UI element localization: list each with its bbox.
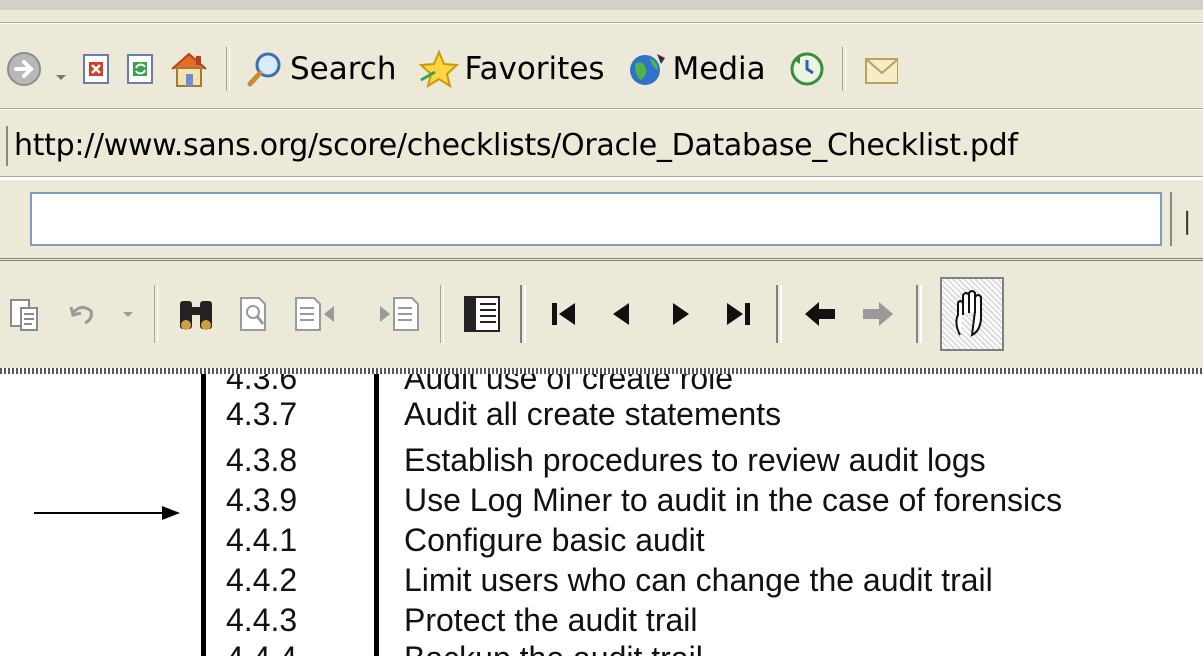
arrow-pointer-icon: [34, 506, 180, 520]
toolbar-group-separator: [520, 285, 526, 343]
row-text: Audit use of create role: [404, 374, 734, 396]
stop-icon[interactable]: [80, 52, 114, 86]
media-button[interactable]: Media: [627, 50, 766, 88]
pdf-document-view[interactable]: 4.3.6 Audit use of create role 4.3.7 Aud…: [0, 374, 1203, 656]
field-row-divider-2: [0, 260, 1203, 261]
navigation-pane-icon[interactable]: [462, 292, 502, 336]
toolbar-group-separator: [776, 285, 782, 343]
go-forward-icon[interactable]: [858, 292, 898, 336]
row-number: 4.3.9: [226, 482, 298, 518]
search-bar-grip: [1170, 192, 1172, 246]
toolbar-top-strip: [0, 0, 1203, 10]
star-icon: [418, 49, 459, 89]
row-number: 4.4.4: [226, 640, 376, 656]
chevron-down-icon[interactable]: [120, 292, 136, 336]
favorites-label: Favorites: [464, 51, 605, 87]
search-bar-row: ⎸: [0, 180, 1203, 262]
hand-tool-icon[interactable]: [940, 277, 1004, 351]
field-row-divider: [0, 258, 1203, 259]
mail-icon[interactable]: [862, 49, 899, 89]
find-binoculars-icon[interactable]: [176, 292, 216, 336]
refresh-icon[interactable]: [124, 52, 158, 86]
row-text: Audit all create statements: [404, 396, 782, 432]
row-text: Protect the audit trail: [404, 602, 698, 638]
next-page-icon[interactable]: [660, 292, 700, 336]
address-bar[interactable]: http://www.sans.org/score/checklists/Ora…: [0, 118, 1203, 178]
go-back-icon[interactable]: [800, 292, 840, 336]
row-number: 4.3.7: [226, 396, 298, 432]
toolbar-separator: [841, 47, 846, 91]
row-text: Limit users who can change the audit tra…: [404, 562, 993, 598]
table-border-left: [201, 374, 206, 656]
search-bar-overflow-icon[interactable]: ⎸: [1186, 208, 1203, 236]
search-label: Search: [290, 51, 397, 87]
search-icon: [246, 50, 284, 88]
previous-page-icon[interactable]: [602, 292, 642, 336]
toolbar-separator: [440, 285, 444, 343]
row-number: 4.3.8: [226, 442, 298, 478]
toolbar-separator: [226, 47, 230, 91]
standard-buttons-bar: Search Favorites Media: [0, 40, 1203, 98]
browser-toolbar: Search Favorites Media: [0, 0, 1203, 120]
search-input[interactable]: [30, 192, 1162, 246]
address-url[interactable]: http://www.sans.org/score/checklists/Ora…: [14, 128, 1018, 163]
row-number: 4.4.3: [226, 602, 298, 638]
media-globe-icon: [627, 50, 667, 88]
paste-icon[interactable]: [4, 292, 44, 336]
favorites-button[interactable]: Favorites: [418, 49, 605, 89]
forward-icon[interactable]: [6, 51, 42, 87]
acrobat-toolbar: [0, 262, 1203, 372]
media-label: Media: [672, 51, 766, 87]
row-text: Use Log Miner to audit in the case of fo…: [404, 482, 1063, 518]
row-number: 4.4.1: [226, 522, 298, 558]
row-text: Configure basic audit: [404, 522, 705, 558]
row-number: 4.3.6: [226, 374, 298, 396]
history-icon[interactable]: [788, 50, 826, 88]
address-divider-highlight: [0, 177, 1203, 178]
home-icon[interactable]: [168, 49, 210, 89]
last-page-icon[interactable]: [718, 292, 758, 336]
search-document-icon[interactable]: [234, 292, 274, 336]
first-page-icon[interactable]: [544, 292, 584, 336]
row-text: Establish procedures to review audit log…: [404, 442, 986, 478]
row-text: Backup the audit trail: [404, 640, 703, 656]
undo-icon[interactable]: [62, 292, 102, 336]
row-number: 4.4.2: [226, 562, 298, 598]
toolbar-group-separator: [916, 285, 922, 343]
address-bar-grip: [6, 126, 8, 166]
toolbar-bottom-highlight: [0, 109, 1203, 110]
previous-highlight-icon[interactable]: [292, 292, 348, 336]
toolbar-separator: [154, 285, 158, 343]
search-button[interactable]: Search: [246, 50, 397, 88]
toolbar-divider-highlight: [0, 23, 1203, 24]
chevron-down-icon[interactable]: [52, 59, 70, 80]
next-highlight-icon[interactable]: [366, 292, 422, 336]
